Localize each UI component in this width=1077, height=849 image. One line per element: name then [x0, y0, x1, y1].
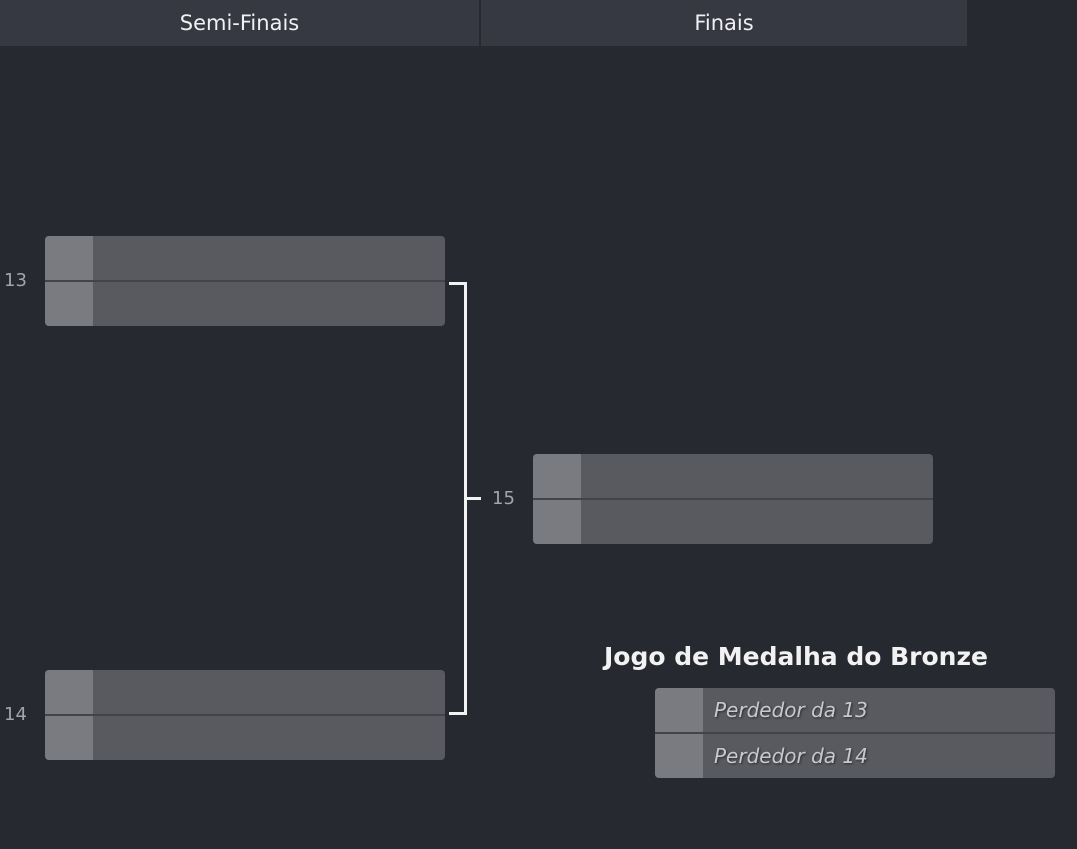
match-15-slot-bottom[interactable] — [533, 500, 933, 544]
match-15[interactable] — [533, 454, 933, 544]
bronze-match-title: Jogo de Medalha do Bronze — [604, 642, 988, 671]
match-15-seed-bottom — [533, 500, 581, 544]
match-15-slot-top[interactable] — [533, 454, 933, 498]
bracket-connector — [449, 282, 467, 715]
match-14-slot-bottom[interactable] — [45, 716, 445, 760]
match-15-seed-top — [533, 454, 581, 498]
bronze-match-seed-top — [655, 688, 703, 732]
bronze-match-team-top: Perdedor da 13 — [714, 698, 868, 722]
match-13-seed-bottom — [45, 282, 93, 326]
bronze-match-seed-bottom — [655, 734, 703, 778]
round-header-semifinals: Semi-Finais — [0, 0, 479, 46]
round-header-finals-label: Finais — [694, 11, 754, 35]
bronze-match-slot-bottom[interactable]: Perdedor da 14 — [655, 734, 1055, 778]
match-14[interactable] — [45, 670, 445, 760]
bronze-match[interactable]: Perdedor da 13 Perdedor da 14 — [655, 688, 1055, 778]
match-number-13: 13 — [4, 270, 27, 291]
round-header-semifinals-label: Semi-Finais — [179, 11, 300, 35]
match-14-seed-top — [45, 670, 93, 714]
bronze-match-slot-top[interactable]: Perdedor da 13 — [655, 688, 1055, 732]
bronze-match-team-bottom: Perdedor da 14 — [714, 744, 868, 768]
match-13-seed-top — [45, 236, 93, 280]
match-number-15: 15 — [492, 488, 515, 509]
bracket-connector-tick — [467, 497, 481, 500]
match-13-slot-top[interactable] — [45, 236, 445, 280]
match-14-slot-top[interactable] — [45, 670, 445, 714]
match-14-seed-bottom — [45, 716, 93, 760]
match-13[interactable] — [45, 236, 445, 326]
round-header-finals: Finais — [481, 0, 967, 46]
match-13-slot-bottom[interactable] — [45, 282, 445, 326]
match-number-14: 14 — [4, 704, 27, 725]
